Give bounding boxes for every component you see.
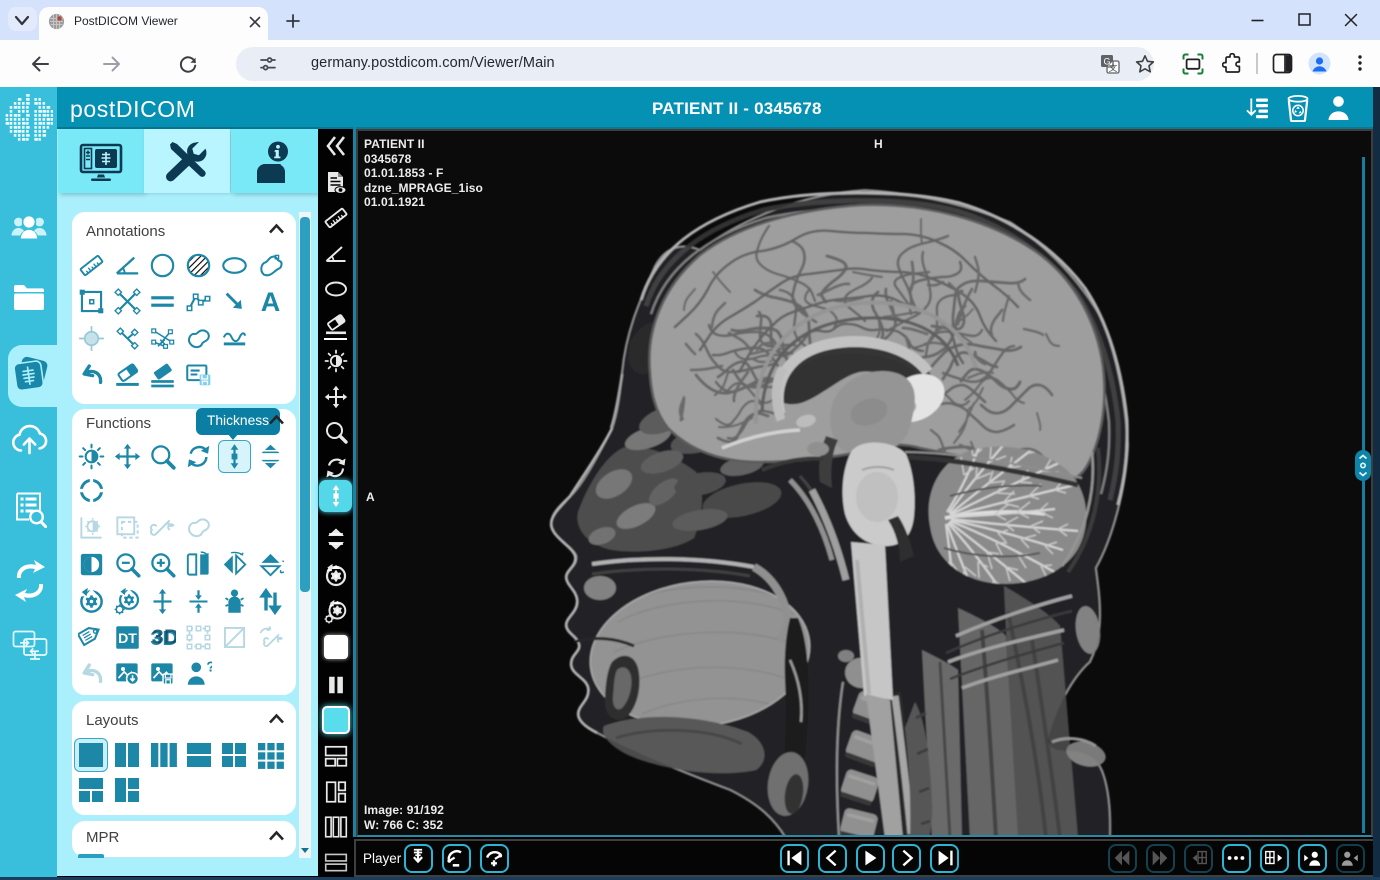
- svg-text:文: 文: [1109, 63, 1118, 73]
